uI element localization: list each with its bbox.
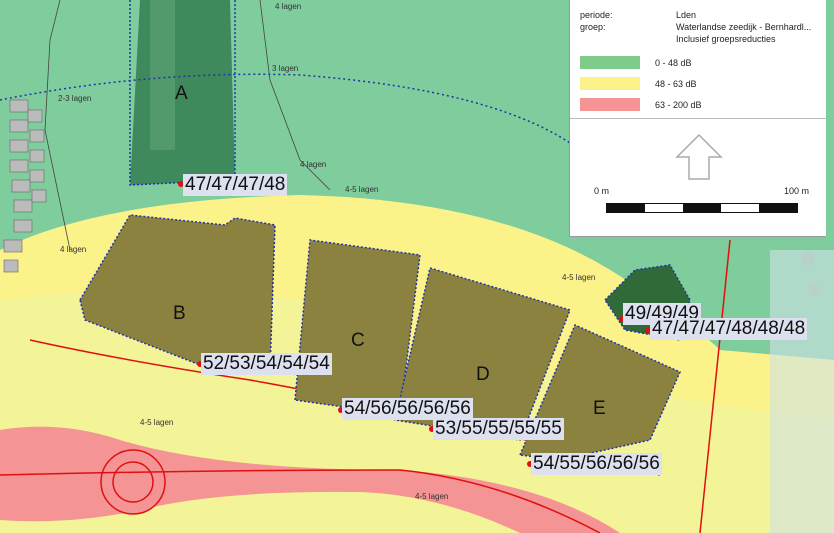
scale-bar	[606, 203, 798, 213]
building-c	[294, 239, 421, 416]
scale-end-label: 100 m	[784, 186, 810, 196]
block-label-d: D	[476, 364, 490, 385]
north-arrow-icon	[675, 133, 723, 180]
roundabout	[100, 449, 166, 515]
receptor-label: 47/47/47/48	[183, 174, 288, 196]
receptor-label: 52/53/54/54/54	[201, 353, 332, 375]
storey-label: 3 lagen	[272, 64, 299, 73]
storey-label: 4-5 lagen	[345, 185, 379, 194]
receptor-label: 47/47/47/48/48/48	[650, 318, 808, 340]
receptor-label: 53/55/55/55/55	[433, 418, 564, 440]
storey-label: 4 lagen	[300, 160, 327, 169]
scale-start-label: 0 m	[594, 186, 610, 196]
legend-periode-label: periode:	[580, 10, 613, 20]
legend-class-label: 0 - 48 dB	[655, 58, 692, 68]
legend-swatch-red	[580, 98, 640, 111]
storey-label: 4-5 lagen	[415, 492, 449, 501]
legend-swatch-yellow	[580, 77, 640, 90]
block-label-c: C	[351, 330, 365, 351]
legend-periode-value: Lden	[676, 10, 697, 20]
storey-label: 4-5 lagen	[140, 418, 174, 427]
legend-class-label: 63 - 200 dB	[655, 100, 702, 110]
block-label-a: A	[175, 83, 188, 104]
legend-divider	[570, 118, 826, 119]
storey-label: 4 lagen	[275, 2, 302, 11]
storey-label: 4 lagen	[60, 245, 87, 254]
block-label-e: E	[593, 398, 606, 419]
receptor-label: 54/55/56/56/56	[531, 453, 662, 475]
building-a-shade	[150, 0, 175, 150]
receptor-label: 54/56/56/56/56	[342, 398, 473, 420]
storey-label: 2-3 lagen	[58, 94, 92, 103]
storey-label: 4-5 lagen	[562, 273, 596, 282]
block-label-b: B	[173, 303, 186, 324]
waterfront-area	[770, 250, 834, 533]
legend-groep-value: Waterlandse zeedijk - Bernhardl...	[676, 22, 812, 32]
legend-swatch-green	[580, 56, 640, 69]
legend-panel: periode: Lden groep: Waterlandse zeedijk…	[569, 0, 826, 237]
noise-map-frame: A B C D E 4 lagen 3 lagen 2-3 lagen 4 la…	[0, 0, 834, 533]
legend-groep-note: Inclusief groepsreducties	[676, 34, 776, 44]
legend-groep-label: groep:	[580, 22, 606, 32]
legend-class-label: 48 - 63 dB	[655, 79, 697, 89]
